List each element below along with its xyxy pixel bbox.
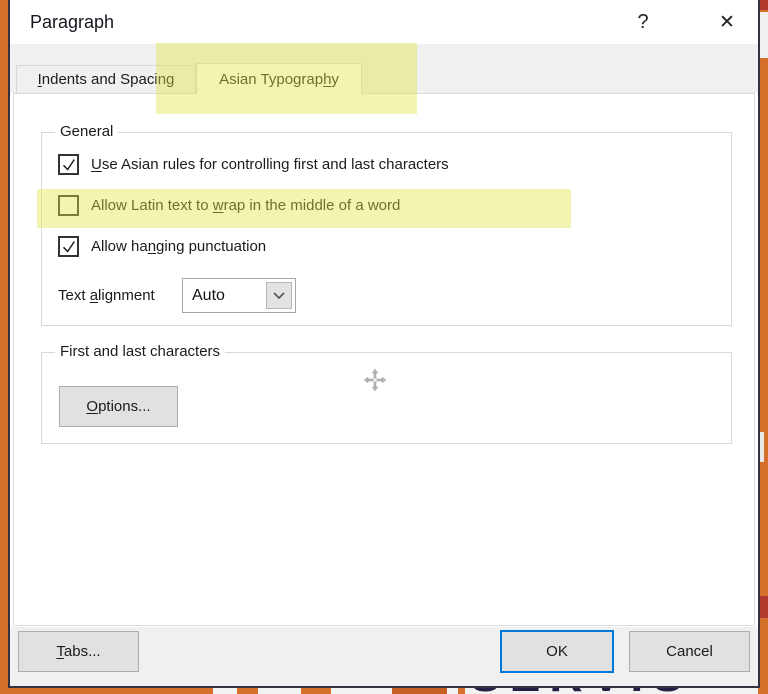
tab-asian-typography[interactable]: Asian Typography — [196, 63, 362, 94]
cancel-button[interactable]: Cancel — [629, 631, 750, 672]
dialog-titlebar: Paragraph ? ✕ — [10, 0, 758, 44]
text-alignment-dropdown[interactable]: Auto — [182, 278, 296, 313]
asian-rules-row: Use Asian rules for controlling first an… — [58, 154, 449, 175]
tabs-button[interactable]: Tabs... — [18, 631, 139, 672]
dialog-button-bar: Tabs... OK Cancel — [10, 627, 758, 686]
options-button-label: Options... — [86, 398, 150, 415]
text-alignment-row: Text alignment Auto — [58, 278, 296, 313]
general-group-label: General — [55, 123, 118, 140]
ok-button-label: OK — [546, 643, 568, 660]
tab-strip: Indents and Spacing Asian Typography — [10, 44, 758, 93]
check-icon — [61, 157, 76, 172]
dialog-title: Paragraph — [30, 0, 114, 44]
hanging-punctuation-row: Allow hanging punctuation — [58, 236, 266, 257]
tab-page-asian-typography: General Use Asian rules for controlling … — [13, 93, 755, 626]
hanging-punctuation-checkbox[interactable] — [58, 236, 79, 257]
ok-button[interactable]: OK — [500, 630, 614, 673]
slide-accent-segment — [760, 0, 768, 10]
slide-edge-left — [0, 0, 8, 694]
slide-edge-right — [760, 0, 768, 694]
first-last-group-label: First and last characters — [55, 343, 225, 360]
first-last-groupbox: First and last characters Options... — [41, 352, 732, 444]
tab-indents-and-spacing[interactable]: Indents and Spacing — [16, 65, 196, 93]
close-button[interactable]: ✕ — [710, 0, 744, 44]
text-alignment-label: Text alignment — [58, 287, 182, 304]
close-icon: ✕ — [719, 11, 735, 34]
text-alignment-value: Auto — [192, 279, 225, 312]
dropdown-button[interactable] — [266, 282, 292, 309]
latin-wrap-checkbox[interactable] — [58, 195, 79, 216]
tab-label: Asian Typography — [219, 71, 339, 88]
slide-accent-segment — [760, 432, 764, 462]
latin-wrap-label: Allow Latin text to wrap in the middle o… — [91, 197, 400, 214]
options-button[interactable]: Options... — [59, 386, 178, 427]
check-icon — [61, 239, 76, 254]
help-button[interactable]: ? — [628, 0, 658, 44]
asian-rules-label: Use Asian rules for controlling first an… — [91, 156, 449, 173]
latin-wrap-row: Allow Latin text to wrap in the middle o… — [58, 195, 400, 216]
asian-rules-checkbox[interactable] — [58, 154, 79, 175]
help-icon: ? — [637, 11, 648, 34]
tab-label: Indents and Spacing — [38, 71, 175, 88]
slide-accent-segment — [760, 12, 768, 58]
move-cursor-icon — [363, 368, 387, 392]
tabs-button-label: Tabs... — [56, 643, 100, 660]
cancel-button-label: Cancel — [666, 643, 713, 660]
chevron-down-icon — [273, 292, 285, 300]
slide-accent-segment — [760, 596, 768, 618]
hanging-punctuation-label: Allow hanging punctuation — [91, 238, 266, 255]
general-groupbox: General Use Asian rules for controlling … — [41, 132, 732, 326]
paragraph-dialog: Paragraph ? ✕ Indents and Spacing Asian … — [8, 0, 760, 688]
